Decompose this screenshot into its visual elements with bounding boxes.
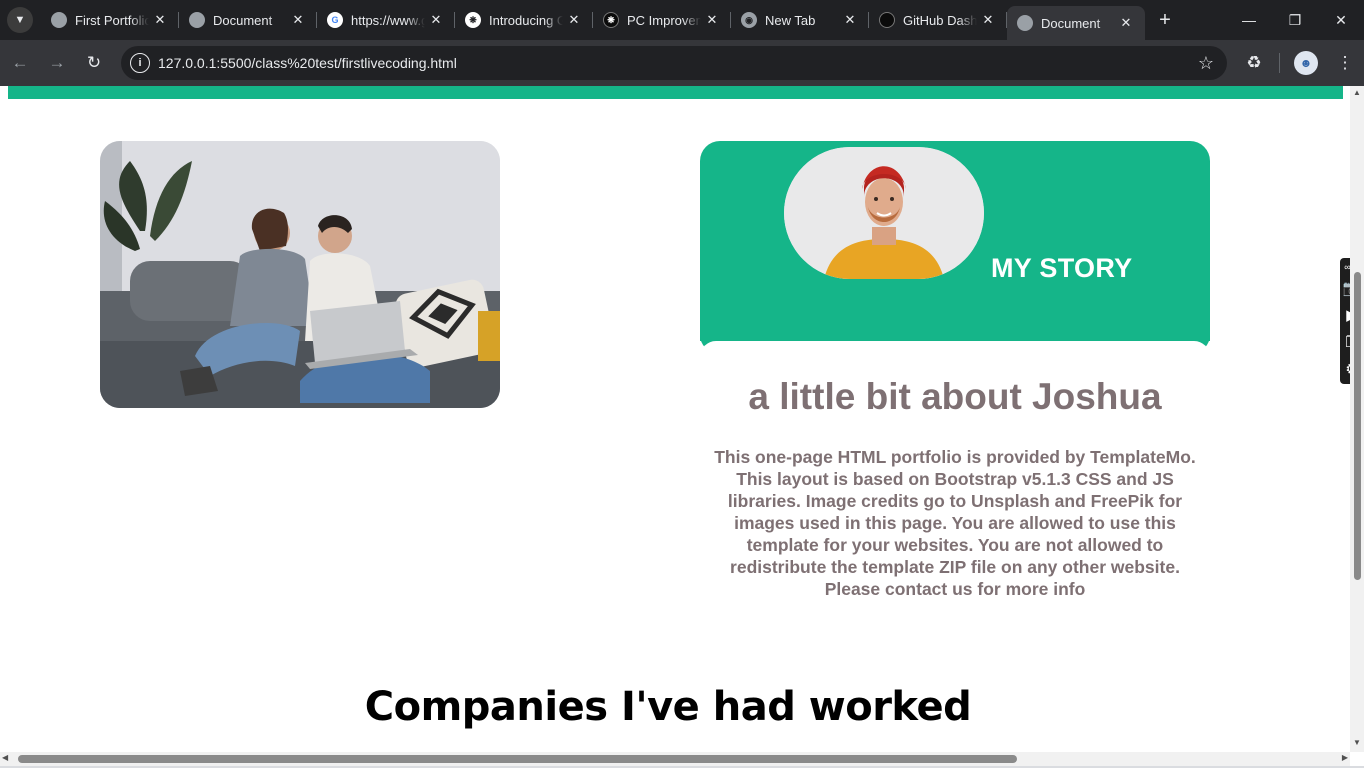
tab-title: Introducing GPT bbox=[489, 12, 563, 28]
tab[interactable]: ❋ Introducing GPT ✕ bbox=[455, 0, 593, 40]
new-tab-button[interactable]: + bbox=[1151, 6, 1179, 34]
page-viewport: MY STORY a little bit about Joshua This … bbox=[0, 86, 1350, 752]
tab-title: https://www.google.com bbox=[351, 12, 425, 28]
chrome-icon: ◉ bbox=[741, 12, 757, 28]
url-text[interactable]: 127.0.0.1:5500/class%20test/firstlivecod… bbox=[158, 55, 1191, 71]
reload-icon[interactable]: ↻ bbox=[77, 46, 111, 80]
google-icon: G bbox=[327, 12, 343, 28]
globe-icon bbox=[51, 12, 67, 28]
story-title: MY STORY bbox=[991, 253, 1133, 283]
tab-active[interactable]: Document ✕ bbox=[1007, 6, 1145, 40]
horizontal-scroll-thumb[interactable] bbox=[18, 755, 1017, 763]
github-icon bbox=[879, 12, 895, 28]
tab[interactable]: GitHub Dashboard ✕ bbox=[869, 0, 1007, 40]
vertical-scroll-thumb[interactable] bbox=[1354, 271, 1361, 580]
profile-avatar[interactable]: ☻ bbox=[1294, 51, 1318, 75]
toolbar-divider bbox=[1279, 53, 1280, 73]
close-icon[interactable]: ✕ bbox=[425, 9, 447, 31]
forward-icon[interactable]: → bbox=[40, 46, 74, 80]
restore-icon[interactable]: ❐ bbox=[1272, 0, 1318, 40]
vertical-scrollbar[interactable]: ▲ ▼ bbox=[1350, 86, 1364, 752]
scroll-left-icon[interactable]: ◀ bbox=[2, 753, 8, 762]
header-accent-bar bbox=[8, 86, 1343, 99]
scroll-up-icon[interactable]: ▲ bbox=[1350, 88, 1364, 100]
close-icon[interactable]: ✕ bbox=[1115, 12, 1137, 34]
site-info-icon[interactable]: i bbox=[130, 53, 150, 73]
tab[interactable]: G https://www.google.com ✕ bbox=[317, 0, 455, 40]
globe-icon bbox=[1017, 15, 1033, 31]
bookmark-star-icon[interactable]: ☆ bbox=[1191, 53, 1221, 74]
openai-icon: ❋ bbox=[603, 12, 619, 28]
tab-title: PC Improvements bbox=[627, 12, 701, 28]
close-icon[interactable]: ✕ bbox=[287, 9, 309, 31]
about-heading: a little bit about Joshua bbox=[748, 376, 1162, 417]
close-icon[interactable]: ✕ bbox=[149, 9, 171, 31]
horizontal-scrollbar[interactable]: ◀ ▶ bbox=[0, 752, 1350, 766]
address-bar[interactable]: i 127.0.0.1:5500/class%20test/firstlivec… bbox=[121, 46, 1227, 80]
close-window-icon[interactable]: ✕ bbox=[1318, 0, 1364, 40]
tab[interactable]: Document ✕ bbox=[179, 0, 317, 40]
close-icon[interactable]: ✕ bbox=[563, 9, 585, 31]
tab-title: Document bbox=[1041, 15, 1101, 31]
couple-photo bbox=[100, 141, 500, 408]
extensions-icon[interactable]: ♻ bbox=[1237, 46, 1271, 80]
minimize-icon[interactable]: — bbox=[1226, 0, 1272, 40]
about-paragraph: This one-page HTML portfolio is provided… bbox=[714, 447, 1196, 599]
more-menu-icon[interactable]: ⋮ bbox=[1328, 46, 1362, 80]
tab-title: New Tab bbox=[765, 12, 816, 28]
close-icon[interactable]: ✕ bbox=[839, 9, 861, 31]
tab-title: First Portfolio bbox=[75, 12, 149, 28]
tab-title: GitHub Dashboard bbox=[903, 12, 977, 28]
openai-icon: ❋ bbox=[465, 12, 481, 28]
globe-icon bbox=[189, 12, 205, 28]
tab-title: Document bbox=[213, 12, 273, 28]
window-controls: — ❐ ✕ bbox=[1226, 0, 1364, 40]
tab-strip: ▼ First Portfolio ✕ Document ✕ G https:/… bbox=[0, 0, 1364, 40]
tab-search-button[interactable]: ▼ bbox=[7, 7, 33, 33]
story-card: MY STORY bbox=[700, 141, 1210, 353]
close-icon[interactable]: ✕ bbox=[977, 9, 999, 31]
scroll-right-icon[interactable]: ▶ bbox=[1342, 753, 1348, 762]
close-icon[interactable]: ✕ bbox=[701, 9, 723, 31]
tab[interactable]: ◉ New Tab ✕ bbox=[731, 0, 869, 40]
back-icon[interactable]: ← bbox=[3, 46, 37, 80]
scrollbar-corner bbox=[1350, 752, 1364, 766]
story-card-curve bbox=[700, 341, 1210, 357]
tab[interactable]: First Portfolio ✕ bbox=[41, 0, 179, 40]
scroll-down-icon[interactable]: ▼ bbox=[1350, 738, 1364, 750]
companies-heading: Companies I've had worked bbox=[364, 684, 972, 730]
tab[interactable]: ❋ PC Improvements ✕ bbox=[593, 0, 731, 40]
browser-toolbar: ← → ↻ i 127.0.0.1:5500/class%20test/firs… bbox=[0, 40, 1364, 86]
profile-portrait bbox=[784, 147, 984, 279]
